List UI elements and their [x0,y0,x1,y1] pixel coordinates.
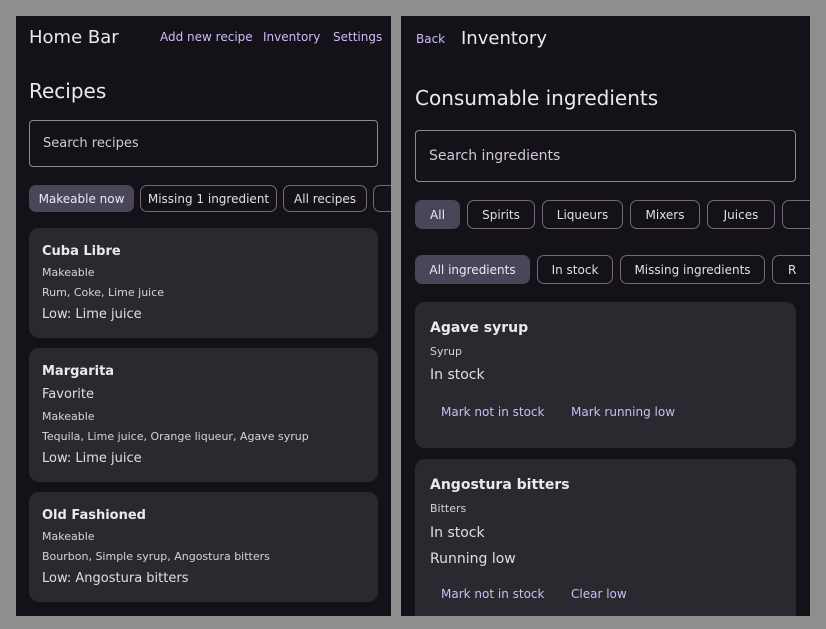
category-chip-all[interactable]: All [415,200,460,229]
add-recipe-link[interactable]: Add new recipe [160,30,253,44]
recipe-card-old-fashioned[interactable]: Old Fashioned Makeable Bourbon, Simple s… [29,492,378,602]
stock-chip-missing[interactable]: Missing ingredients [620,255,765,284]
filter-chip-overflow[interactable] [373,185,391,212]
stock-chip-all-ingredients[interactable]: All ingredients [415,255,530,284]
recipe-ingredients: Rum, Coke, Lime juice [42,286,165,299]
stock-status: In stock [430,367,485,383]
recipes-screen: Home Bar Add new recipe Inventory Settin… [16,16,391,616]
search-ingredients-input[interactable] [415,130,796,182]
filter-chip-missing-one[interactable]: Missing 1 ingredient [140,185,277,212]
back-button[interactable]: Back [416,32,445,46]
recipe-name: Margarita [42,364,115,379]
page-title: Recipes [29,79,107,103]
recipe-card-margarita[interactable]: Margarita Favorite Makeable Tequila, Lim… [29,348,378,482]
stock-chip-overflow[interactable]: R [772,255,810,284]
category-chip-overflow[interactable] [782,200,810,229]
ingredient-type: Syrup [430,345,462,358]
category-chip-mixers[interactable]: Mixers [630,200,700,229]
ingredient-type: Bitters [430,502,467,515]
recipe-low: Low: Angostura bitters [42,571,189,586]
screen-title: Inventory [461,28,547,49]
filter-chip-makeable-now[interactable]: Makeable now [29,185,134,212]
ingredient-card-agave-syrup[interactable]: Agave syrup Syrup In stock Mark not in s… [415,302,796,448]
inventory-link[interactable]: Inventory [263,30,320,44]
recipe-name: Cuba Libre [42,244,121,259]
category-chip-spirits[interactable]: Spirits [467,200,535,229]
recipe-status: Makeable [42,530,95,543]
inventory-screen: Back Inventory Consumable ingredients Al… [401,16,810,616]
recipe-card-cuba-libre[interactable]: Cuba Libre Makeable Rum, Coke, Lime juic… [29,228,378,338]
recipe-status: Makeable [42,266,95,279]
clear-low-button[interactable]: Clear low [571,587,627,601]
ingredient-name: Agave syrup [430,320,529,336]
search-recipes-input[interactable] [29,120,378,167]
favorite-label: Favorite [42,387,94,402]
mark-not-in-stock-button[interactable]: Mark not in stock [441,587,544,601]
page-title: Consumable ingredients [415,86,659,110]
filter-chip-all-recipes[interactable]: All recipes [283,185,367,212]
recipe-name: Old Fashioned [42,508,146,523]
ingredient-card-angostura-bitters[interactable]: Angostura bitters Bitters In stock Runni… [415,459,796,616]
mark-running-low-button[interactable]: Mark running low [571,405,675,419]
recipe-low: Low: Lime juice [42,307,142,322]
recipe-ingredients: Bourbon, Simple syrup, Angostura bitters [42,550,270,563]
category-chip-juices[interactable]: Juices [707,200,775,229]
stock-status: In stock [430,525,485,541]
settings-link[interactable]: Settings [333,30,382,44]
mark-not-in-stock-button[interactable]: Mark not in stock [441,405,544,419]
stock-chip-in-stock[interactable]: In stock [537,255,613,284]
app-title: Home Bar [29,27,119,48]
recipe-ingredients: Tequila, Lime juice, Orange liqueur, Aga… [42,430,309,443]
category-chip-liqueurs[interactable]: Liqueurs [542,200,623,229]
recipe-low: Low: Lime juice [42,451,142,466]
ingredient-name: Angostura bitters [430,477,570,493]
recipe-status: Makeable [42,410,95,423]
low-status: Running low [430,551,516,567]
